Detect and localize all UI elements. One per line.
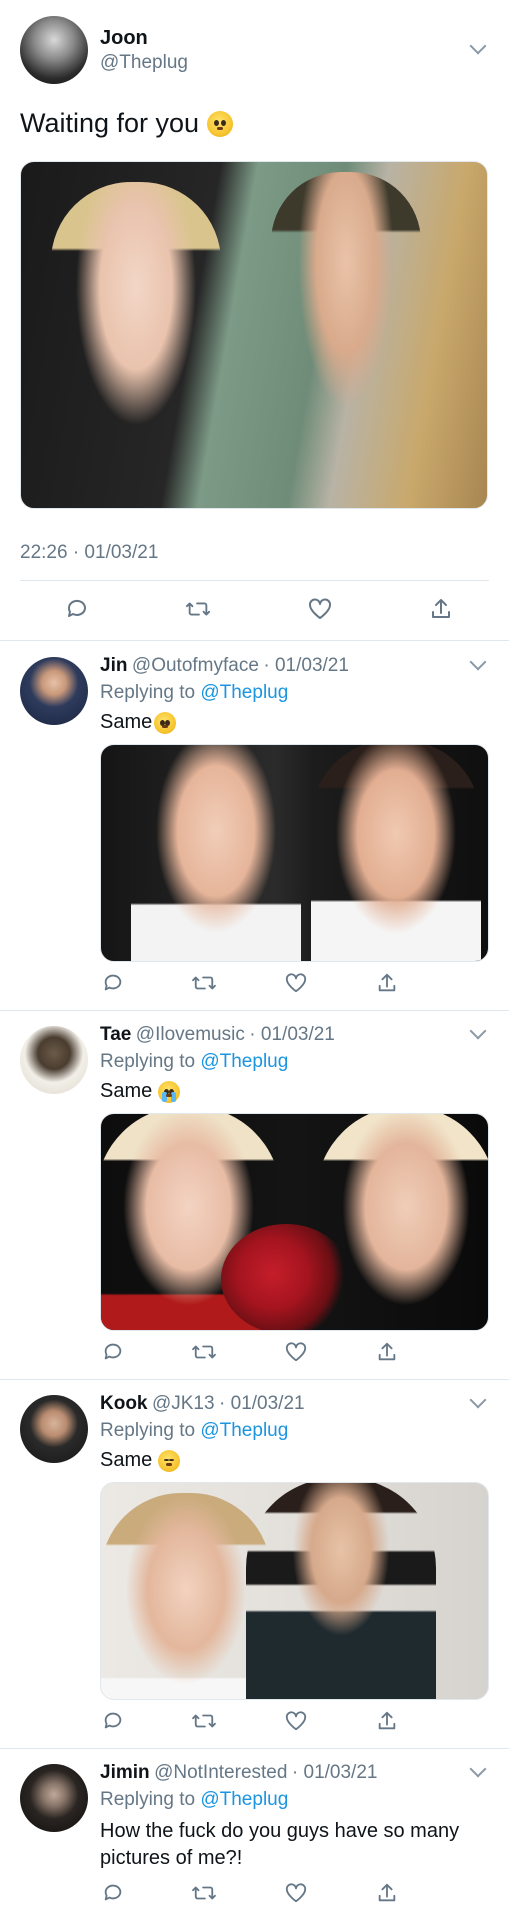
author-handle[interactable]: @Ilovemusic [136, 1024, 245, 1045]
reply-text: Same [100, 711, 177, 734]
divider [0, 1010, 509, 1011]
replying-to: Replying to @Theplug [100, 1789, 288, 1811]
reply-date[interactable]: · 01/03/21 [249, 1024, 335, 1045]
replying-to: Replying to @Theplug [100, 1051, 288, 1073]
reply-icon[interactable] [100, 1708, 126, 1734]
loudly-crying-face-icon [158, 1080, 181, 1103]
reply-action-bar [100, 1880, 400, 1906]
like-icon[interactable] [283, 1880, 309, 1906]
replying-to-link[interactable]: @Theplug [200, 1789, 288, 1810]
avatar[interactable] [20, 1395, 88, 1463]
avatar[interactable] [20, 657, 88, 725]
retweet-icon[interactable] [191, 1339, 217, 1365]
like-icon[interactable] [283, 1708, 309, 1734]
share-icon[interactable] [428, 596, 454, 622]
replying-to: Replying to @Theplug [100, 1420, 288, 1442]
chevron-down-icon[interactable] [469, 1022, 487, 1040]
photo-person-right [271, 172, 421, 492]
reply-icon[interactable] [100, 1339, 126, 1365]
replying-prefix: Replying to [100, 1789, 196, 1810]
share-icon[interactable] [374, 970, 400, 996]
chevron-down-icon[interactable] [469, 1760, 487, 1778]
author-handle[interactable]: @Theplug [100, 52, 188, 74]
tweet-photo[interactable] [20, 161, 488, 509]
like-icon[interactable] [283, 970, 309, 996]
reply-text-line: How the fuck do you guys have so many [100, 1820, 460, 1842]
reply-action-bar [100, 970, 400, 996]
avatar[interactable] [20, 1764, 88, 1832]
replying-prefix: Replying to [100, 1420, 196, 1441]
photo-person-right [316, 1114, 488, 1330]
like-icon[interactable] [307, 596, 333, 622]
retweet-icon[interactable] [185, 596, 211, 622]
reply-header: Jin @Outofmyface · 01/03/21 [100, 655, 349, 677]
avatar[interactable] [20, 1026, 88, 1094]
reply-date[interactable]: · 01/03/21 [292, 1762, 378, 1783]
tweet-text-content: Waiting for you [20, 108, 200, 138]
photo-person-right [311, 745, 481, 961]
author-name[interactable]: Jin [100, 655, 127, 676]
reply-header: Kook @JK13 · 01/03/21 [100, 1393, 305, 1415]
reply-text-content: Same [100, 1080, 153, 1102]
reply-action-bar [100, 1339, 400, 1365]
reply-photo[interactable] [100, 1113, 489, 1331]
retweet-icon[interactable] [191, 970, 217, 996]
avatar[interactable] [20, 16, 88, 84]
chevron-down-icon[interactable] [469, 1391, 487, 1409]
chevron-down-icon[interactable] [469, 653, 487, 671]
share-icon[interactable] [374, 1339, 400, 1365]
pleading-face-icon [207, 110, 234, 137]
replying-to-link[interactable]: @Theplug [200, 682, 288, 703]
main-action-bar [64, 596, 454, 622]
reply-header: Tae @Ilovemusic · 01/03/21 [100, 1024, 335, 1046]
author-name[interactable]: Tae [100, 1024, 131, 1045]
photo-person-left [51, 182, 221, 482]
reply-icon[interactable] [100, 1880, 126, 1906]
author-handle[interactable]: @NotInterested [154, 1762, 287, 1783]
author-handle[interactable]: @Outofmyface [132, 655, 259, 676]
divider [0, 640, 509, 641]
share-icon[interactable] [374, 1880, 400, 1906]
divider [0, 1379, 509, 1380]
author-name[interactable]: Jimin [100, 1762, 150, 1783]
reply-icon[interactable] [64, 596, 90, 622]
timestamp[interactable]: 22:26 · 01/03/21 [20, 542, 158, 564]
reply-text: How the fuck do you guys have so many pi… [100, 1818, 459, 1872]
author-handle[interactable]: @JK13 [152, 1393, 215, 1414]
chevron-down-icon[interactable] [469, 37, 487, 55]
retweet-icon[interactable] [191, 1880, 217, 1906]
retweet-icon[interactable] [191, 1708, 217, 1734]
reply-text-line: pictures of me?! [100, 1847, 243, 1869]
tweet-text: Waiting for you [20, 108, 234, 139]
pleading-face-icon [154, 711, 177, 734]
reply-date[interactable]: · 01/03/21 [263, 655, 349, 676]
photo-person-right [246, 1483, 436, 1699]
author-name[interactable]: Joon [100, 27, 148, 50]
divider [20, 580, 489, 581]
replying-to: Replying to @Theplug [100, 682, 288, 704]
reply-date[interactable]: · 01/03/21 [219, 1393, 305, 1414]
replying-prefix: Replying to [100, 682, 196, 703]
reply-action-bar [100, 1708, 400, 1734]
reply-text-content: Same [100, 1449, 153, 1471]
reply-text-content: Same [100, 711, 153, 733]
photo-person-left [131, 745, 301, 961]
reply-photo[interactable] [100, 744, 489, 962]
reply-text: Same [100, 1080, 181, 1103]
pensive-face-icon [158, 1449, 181, 1472]
replying-to-link[interactable]: @Theplug [200, 1051, 288, 1072]
divider [0, 1748, 509, 1749]
reply-header: Jimin @NotInterested · 01/03/21 [100, 1762, 377, 1784]
share-icon[interactable] [374, 1708, 400, 1734]
replying-prefix: Replying to [100, 1051, 196, 1072]
reply-text: Same [100, 1449, 181, 1472]
reply-icon[interactable] [100, 970, 126, 996]
replying-to-link[interactable]: @Theplug [200, 1420, 288, 1441]
like-icon[interactable] [283, 1339, 309, 1365]
author-name[interactable]: Kook [100, 1393, 148, 1414]
reply-photo[interactable] [100, 1482, 489, 1700]
